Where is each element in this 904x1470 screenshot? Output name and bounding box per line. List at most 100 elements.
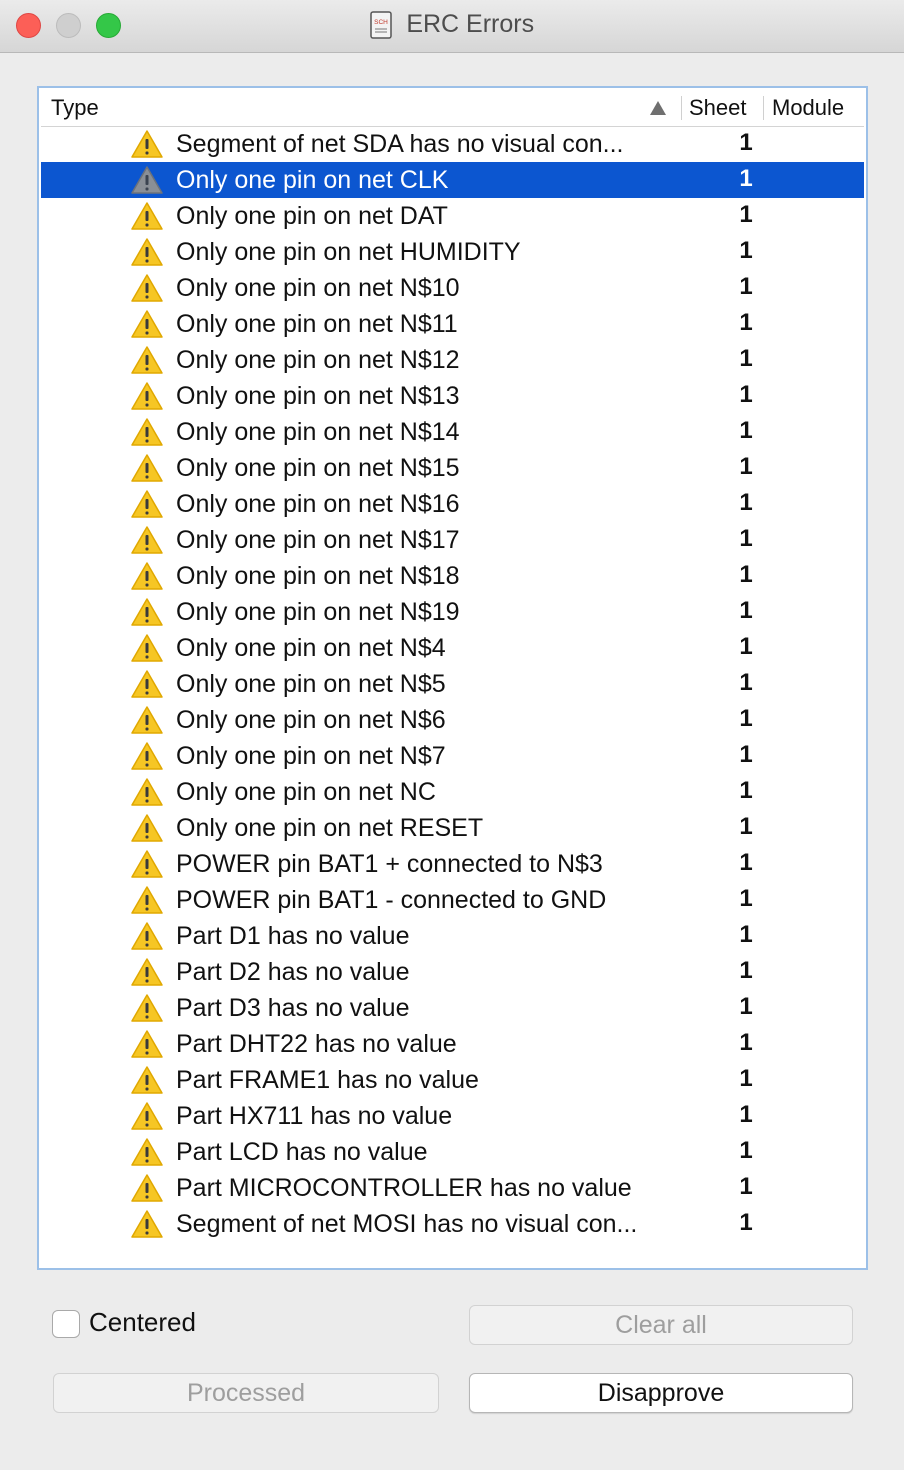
error-type-text: Only one pin on net N$18 <box>176 562 460 590</box>
warning-icon <box>131 670 163 698</box>
column-header-type[interactable]: Type <box>51 90 99 126</box>
error-type-text: Part LCD has no value <box>176 1138 428 1166</box>
table-row[interactable]: Only one pin on net N$11 1 <box>41 306 864 342</box>
error-rows: Segment of net SDA has no visual con... 1… <box>41 126 864 1242</box>
warning-icon <box>131 1030 163 1058</box>
error-type-text: Only one pin on net HUMIDITY <box>176 238 521 266</box>
centered-label[interactable]: Centered <box>89 1307 196 1338</box>
sheet-number: 1 <box>739 453 753 480</box>
table-row[interactable]: Part FRAME1 has no value 1 <box>41 1062 864 1098</box>
table-row[interactable]: Part LCD has no value 1 <box>41 1134 864 1170</box>
warning-icon <box>131 166 163 194</box>
warning-icon <box>131 634 163 662</box>
error-type-text: Only one pin on net CLK <box>176 166 449 194</box>
error-type-text: Part HX711 has no value <box>176 1102 453 1130</box>
erc-error-list[interactable]: Type Sheet Module Segment of net SDA has… <box>37 86 868 1270</box>
table-row[interactable]: Segment of net MOSI has no visual con...… <box>41 1206 864 1242</box>
sheet-number: 1 <box>739 561 753 588</box>
warning-icon <box>131 490 163 518</box>
table-row[interactable]: POWER pin BAT1 - connected to GND 1 <box>41 882 864 918</box>
error-type-text: Part DHT22 has no value <box>176 1030 457 1058</box>
error-type-text: Only one pin on net N$19 <box>176 598 460 626</box>
table-row[interactable]: POWER pin BAT1 + connected to N$3 1 <box>41 846 864 882</box>
sheet-number: 1 <box>739 633 753 660</box>
table-row[interactable]: Only one pin on net N$5 1 <box>41 666 864 702</box>
sheet-number: 1 <box>739 993 753 1020</box>
error-type-text: Only one pin on net N$15 <box>176 454 460 482</box>
centered-checkbox[interactable] <box>52 1310 80 1338</box>
table-row[interactable]: Only one pin on net N$7 1 <box>41 738 864 774</box>
error-type-text: Segment of net SDA has no visual con... <box>176 130 624 158</box>
table-row[interactable]: Part DHT22 has no value 1 <box>41 1026 864 1062</box>
error-type-text: Only one pin on net N$7 <box>176 742 446 770</box>
column-divider[interactable] <box>763 96 764 120</box>
table-row[interactable]: Only one pin on net N$17 1 <box>41 522 864 558</box>
table-row[interactable]: Part D1 has no value 1 <box>41 918 864 954</box>
warning-icon <box>131 310 163 338</box>
error-type-text: Only one pin on net N$14 <box>176 418 460 446</box>
table-row[interactable]: Part D2 has no value 1 <box>41 954 864 990</box>
processed-button[interactable]: Processed <box>53 1373 439 1413</box>
clear-all-button[interactable]: Clear all <box>469 1305 853 1345</box>
table-row[interactable]: Part MICROCONTROLLER has no value 1 <box>41 1170 864 1206</box>
table-row[interactable]: Only one pin on net N$6 1 <box>41 702 864 738</box>
window-title: ERC Errors <box>406 10 535 38</box>
table-row[interactable]: Part HX711 has no value 1 <box>41 1098 864 1134</box>
sheet-number: 1 <box>739 201 753 228</box>
table-row[interactable]: Only one pin on net CLK 1 <box>41 162 864 198</box>
warning-icon <box>131 1138 163 1166</box>
error-type-text: Only one pin on net NC <box>176 778 436 806</box>
table-row[interactable]: Part D3 has no value 1 <box>41 990 864 1026</box>
table-header: Type Sheet Module <box>41 90 864 127</box>
sheet-number: 1 <box>739 165 753 192</box>
error-type-text: POWER pin BAT1 + connected to N$3 <box>176 850 603 878</box>
table-row[interactable]: Only one pin on net N$10 1 <box>41 270 864 306</box>
sheet-number: 1 <box>739 1101 753 1128</box>
table-row[interactable]: Only one pin on net N$15 1 <box>41 450 864 486</box>
sheet-number: 1 <box>739 1173 753 1200</box>
warning-icon <box>131 598 163 626</box>
erc-errors-window: SCH ERC Errors Type Sheet Module Segment… <box>0 0 904 1470</box>
table-row[interactable]: Only one pin on net N$14 1 <box>41 414 864 450</box>
table-row[interactable]: Only one pin on net N$16 1 <box>41 486 864 522</box>
error-type-text: Part D2 has no value <box>176 958 410 986</box>
table-row[interactable]: Only one pin on net DAT 1 <box>41 198 864 234</box>
error-type-text: Only one pin on net N$17 <box>176 526 460 554</box>
warning-icon <box>131 562 163 590</box>
error-type-text: Only one pin on net RESET <box>176 814 484 842</box>
table-row[interactable]: Segment of net SDA has no visual con... 1 <box>41 126 864 162</box>
sheet-number: 1 <box>739 705 753 732</box>
warning-icon <box>131 742 163 770</box>
column-header-module[interactable]: Module <box>772 90 844 126</box>
warning-icon <box>131 418 163 446</box>
column-divider[interactable] <box>681 96 682 120</box>
sort-ascending-icon[interactable] <box>649 90 667 126</box>
error-type-text: Only one pin on net N$4 <box>176 634 446 662</box>
column-header-sheet[interactable]: Sheet <box>689 90 747 126</box>
sheet-number: 1 <box>739 345 753 372</box>
table-row[interactable]: Only one pin on net HUMIDITY 1 <box>41 234 864 270</box>
sheet-number: 1 <box>739 417 753 444</box>
table-row[interactable]: Only one pin on net N$13 1 <box>41 378 864 414</box>
error-type-text: Only one pin on net N$12 <box>176 346 460 374</box>
warning-icon <box>131 922 163 950</box>
sheet-number: 1 <box>739 489 753 516</box>
disapprove-button[interactable]: Disapprove <box>469 1373 853 1413</box>
table-row[interactable]: Only one pin on net NC 1 <box>41 774 864 810</box>
error-type-text: POWER pin BAT1 - connected to GND <box>176 886 607 914</box>
error-type-text: Segment of net MOSI has no visual con... <box>176 1210 638 1238</box>
sheet-number: 1 <box>739 309 753 336</box>
warning-icon <box>131 850 163 878</box>
sheet-number: 1 <box>739 129 753 156</box>
sheet-number: 1 <box>739 1137 753 1164</box>
sheet-number: 1 <box>739 597 753 624</box>
table-row[interactable]: Only one pin on net N$19 1 <box>41 594 864 630</box>
warning-icon <box>131 1102 163 1130</box>
table-row[interactable]: Only one pin on net N$12 1 <box>41 342 864 378</box>
sheet-number: 1 <box>739 669 753 696</box>
sheet-number: 1 <box>739 921 753 948</box>
table-row[interactable]: Only one pin on net RESET 1 <box>41 810 864 846</box>
table-row[interactable]: Only one pin on net N$4 1 <box>41 630 864 666</box>
error-type-text: Only one pin on net N$10 <box>176 274 460 302</box>
table-row[interactable]: Only one pin on net N$18 1 <box>41 558 864 594</box>
